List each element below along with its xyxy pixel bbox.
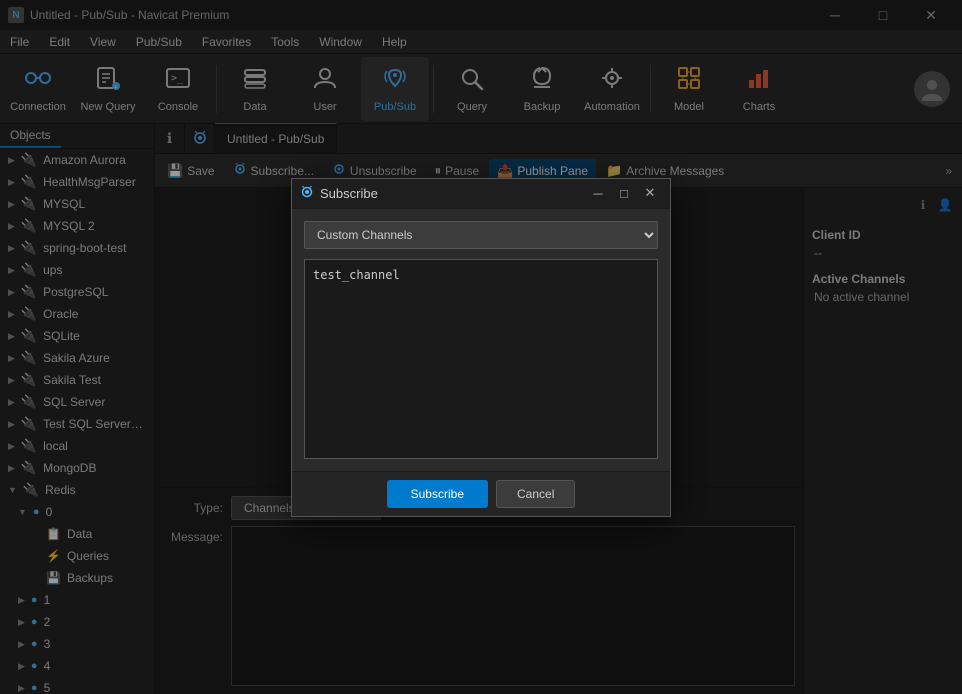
dialog-minimize-btn[interactable]: ─: [586, 181, 610, 205]
dialog-close-btn[interactable]: ✕: [638, 181, 662, 205]
subscribe-dialog: Subscribe ─ □ ✕ Custom Channels Pattern …: [291, 178, 671, 517]
dialog-maximize-btn[interactable]: □: [612, 181, 636, 205]
dialog-footer: Subscribe Cancel: [292, 471, 670, 516]
dialog-cancel-btn[interactable]: Cancel: [496, 480, 575, 508]
dialog-pubsub-icon: [300, 185, 314, 202]
channel-input[interactable]: test_channel: [304, 259, 658, 459]
channel-type-select[interactable]: Custom Channels Pattern: [304, 221, 658, 249]
dialog-body: Custom Channels Pattern test_channel: [292, 209, 670, 471]
dialog-overlay: Subscribe ─ □ ✕ Custom Channels Pattern …: [0, 0, 962, 694]
dialog-title-text: Subscribe: [320, 186, 378, 201]
dialog-titlebar: Subscribe ─ □ ✕: [292, 179, 670, 209]
dialog-subscribe-btn[interactable]: Subscribe: [387, 480, 488, 508]
